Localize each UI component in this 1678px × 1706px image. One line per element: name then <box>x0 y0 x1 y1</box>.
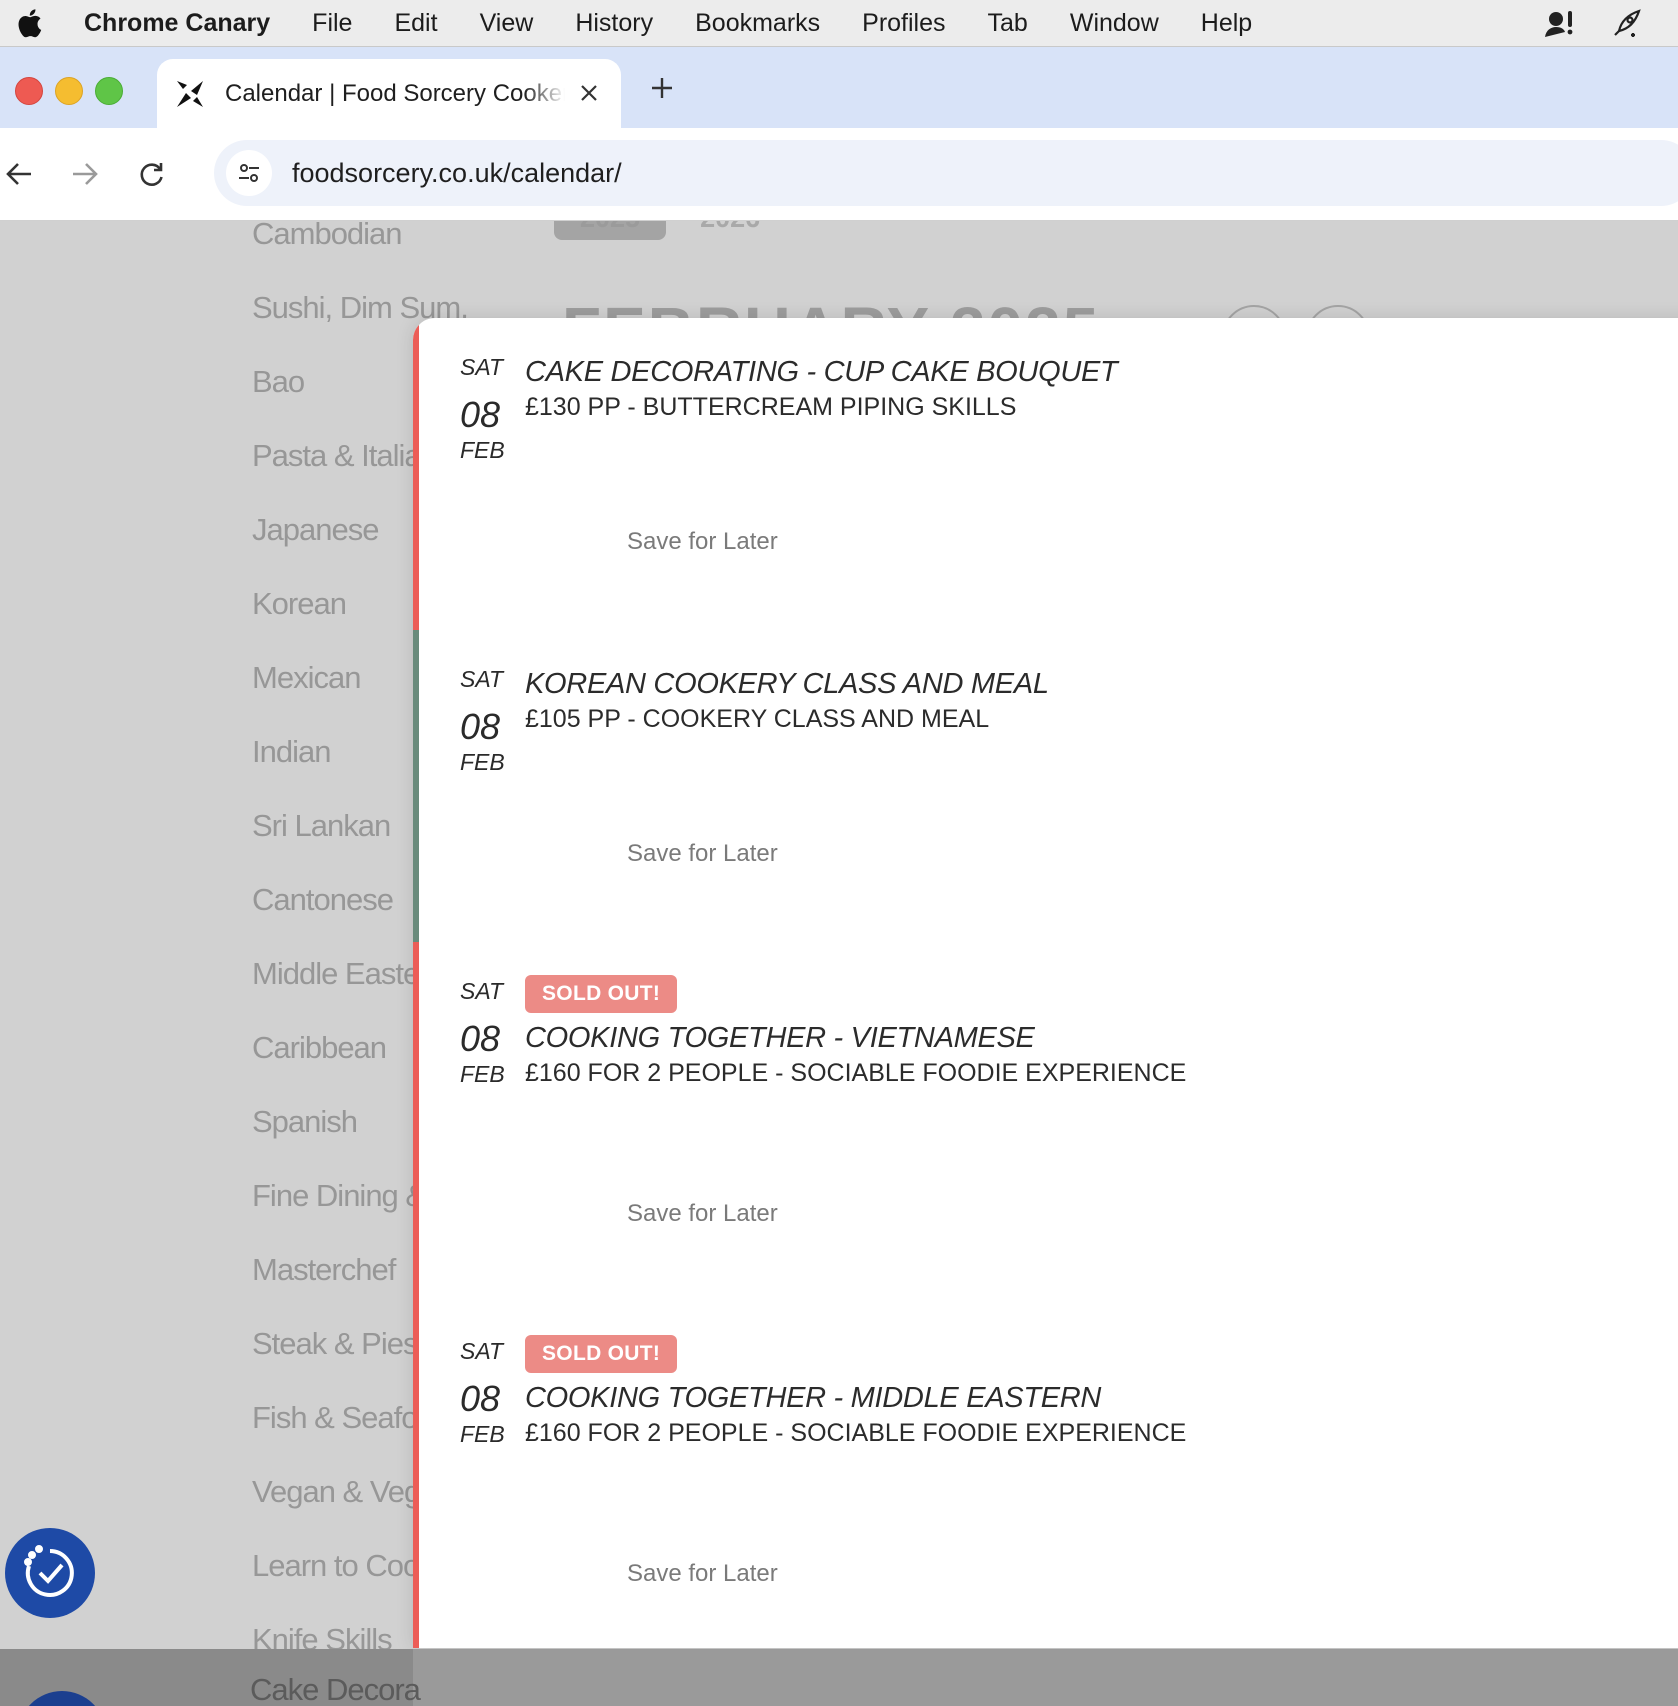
event-weekday: SAT <box>460 354 504 380</box>
browser-toolbar: foodsorcery.co.uk/calendar/ <box>0 128 1678 221</box>
event-card[interactable]: SAT SOLD OUT! 08 FEB COOKING TOGETHER - … <box>413 942 1678 1302</box>
reload-icon[interactable] <box>134 157 168 191</box>
sold-out-badge: SOLD OUT! <box>525 975 678 1013</box>
event-month: FEB <box>460 1061 505 1087</box>
app-name[interactable]: Chrome Canary <box>84 9 270 38</box>
fullscreen-window-button[interactable] <box>95 77 123 105</box>
close-window-button[interactable] <box>15 77 43 105</box>
event-day: 08 <box>460 706 501 747</box>
menu-profiles[interactable]: Profiles <box>862 9 945 38</box>
close-tab-icon[interactable] <box>575 79 603 107</box>
event-color-bar <box>413 1302 419 1648</box>
menu-help[interactable]: Help <box>1201 9 1252 38</box>
menu-file[interactable]: File <box>312 9 352 38</box>
event-weekday: SAT <box>460 1338 504 1364</box>
event-subtitle: £105 PP - COOKERY CLASS AND MEAL <box>525 705 990 733</box>
menu-edit[interactable]: Edit <box>394 9 437 38</box>
tab-title: Calendar | Food Sorcery Cookery School <box>225 79 565 107</box>
event-title[interactable]: COOKING TOGETHER - VIETNAMESE <box>525 1022 1035 1055</box>
event-color-bar <box>413 942 419 1302</box>
event-month: FEB <box>460 437 505 463</box>
event-weekday: SAT <box>460 978 504 1004</box>
event-title[interactable]: CAKE DECORATING - CUP CAKE BOUQUET <box>525 356 1118 389</box>
sold-out-badge: SOLD OUT! <box>525 1335 678 1373</box>
event-card[interactable]: SAT 08 FEB CAKE DECORATING - CUP CAKE BO… <box>413 318 1678 630</box>
event-month: FEB <box>460 749 505 775</box>
event-subtitle: £130 PP - BUTTERCREAM PIPING SKILLS <box>525 393 1017 421</box>
event-title[interactable]: COOKING TOGETHER - MIDDLE EASTERN <box>525 1382 1101 1415</box>
url-text[interactable]: foodsorcery.co.uk/calendar/ <box>292 158 622 189</box>
event-color-bar <box>413 630 419 942</box>
event-color-bar <box>413 318 419 630</box>
apple-logo-icon[interactable] <box>14 8 44 38</box>
day-events-modal: SAT 08 FEB CAKE DECORATING - CUP CAKE BO… <box>413 318 1678 1648</box>
web-page: Cambodian Sushi, Dim Sum, Bao Pasta & It… <box>0 221 1678 1706</box>
save-for-later-button[interactable]: Save for Later <box>627 528 778 556</box>
menu-bookmarks[interactable]: Bookmarks <box>695 9 820 38</box>
event-subtitle: £160 FOR 2 PEOPLE - SOCIABLE FOODIE EXPE… <box>525 1059 1187 1087</box>
address-bar[interactable]: foodsorcery.co.uk/calendar/ <box>214 140 1678 206</box>
event-day: 08 <box>460 1378 501 1419</box>
save-for-later-button[interactable]: Save for Later <box>627 1560 778 1588</box>
event-month: FEB <box>460 1421 505 1447</box>
accessibility-button[interactable] <box>5 1528 95 1618</box>
event-subtitle: £160 FOR 2 PEOPLE - SOCIABLE FOODIE EXPE… <box>525 1419 1187 1447</box>
minimize-window-button[interactable] <box>55 77 83 105</box>
alert-person-icon[interactable] <box>1542 6 1576 40</box>
event-title[interactable]: KOREAN COOKERY CLASS AND MEAL <box>525 668 1049 701</box>
forward-arrow-icon[interactable] <box>68 157 102 191</box>
event-card[interactable]: SAT SOLD OUT! 08 FEB COOKING TOGETHER - … <box>413 1302 1678 1648</box>
menu-history[interactable]: History <box>575 9 653 38</box>
food-sorcery-favicon-icon <box>176 79 204 108</box>
event-day: 08 <box>460 394 501 435</box>
new-tab-icon[interactable] <box>645 71 679 105</box>
menu-tab[interactable]: Tab <box>988 9 1028 38</box>
modal-bottom-edge <box>413 1649 1678 1706</box>
menu-bar-tray <box>1542 0 1678 46</box>
macos-menu-bar: Chrome Canary File Edit View History Boo… <box>0 0 1678 47</box>
rocket-icon[interactable] <box>1610 6 1644 40</box>
tab-strip: Calendar | Food Sorcery Cookery School <box>0 47 1678 128</box>
menu-view[interactable]: View <box>480 9 534 38</box>
event-card[interactable]: SAT 08 FEB KOREAN COOKERY CLASS AND MEAL… <box>413 630 1678 942</box>
tab-calendar[interactable]: Calendar | Food Sorcery Cookery School <box>157 59 621 128</box>
back-arrow-icon[interactable] <box>2 157 36 191</box>
menu-window[interactable]: Window <box>1070 9 1159 38</box>
accessibility-check-icon <box>24 1545 74 1597</box>
event-day: 08 <box>460 1018 501 1059</box>
save-for-later-button[interactable]: Save for Later <box>627 840 778 868</box>
category-item-partial[interactable]: Cake Decora <box>250 1672 421 1706</box>
save-for-later-button[interactable]: Save for Later <box>627 1200 778 1228</box>
event-weekday: SAT <box>460 666 504 692</box>
site-settings-icon[interactable] <box>226 150 272 196</box>
